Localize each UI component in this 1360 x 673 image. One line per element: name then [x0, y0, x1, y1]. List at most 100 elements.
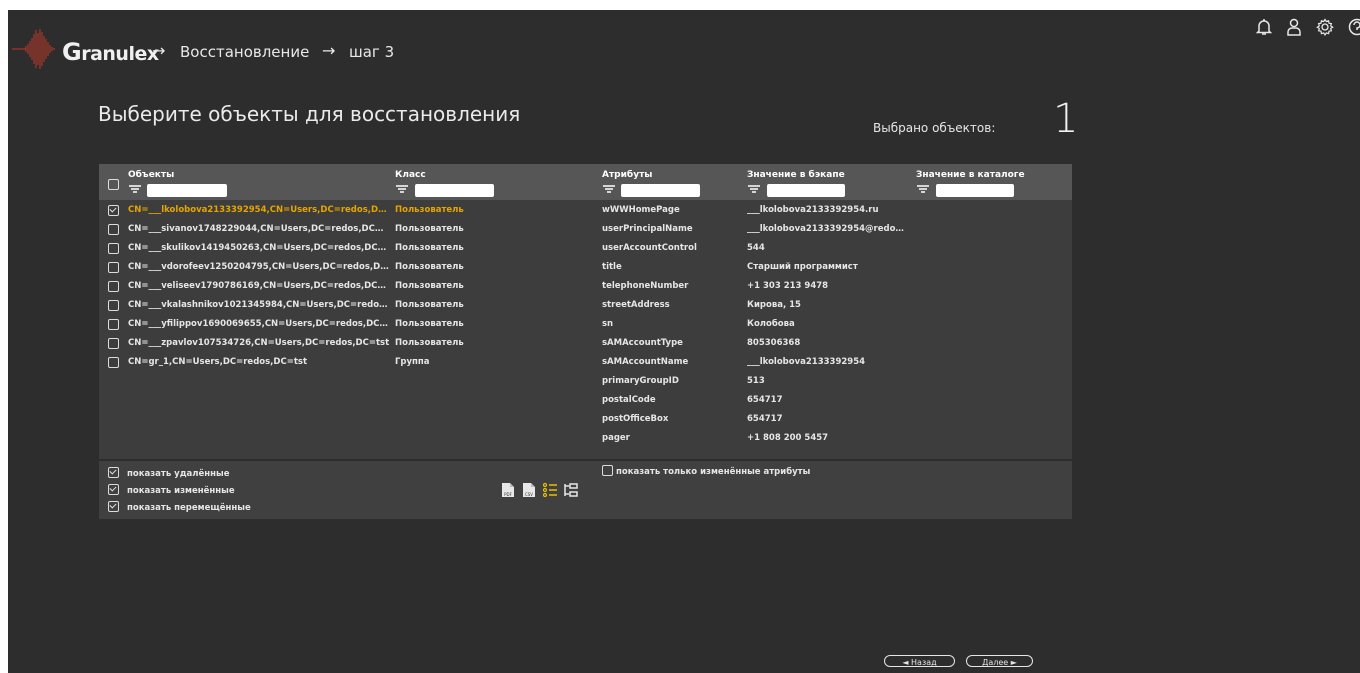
attribute-backup-value: ___lkolobova2133392954.ru	[747, 205, 879, 215]
attribute-backup-value: Старший программист	[747, 262, 858, 272]
option-show-deleted[interactable]: показать удалённые	[108, 467, 229, 479]
row-checkbox[interactable]	[108, 357, 119, 368]
column-class[interactable]: Класс	[395, 170, 426, 180]
object-name: CN=___vkalashnikov1021345984,CN=Users,DC…	[128, 300, 390, 310]
objects-table-header: Объекты Класс	[99, 164, 591, 200]
class-filter-input[interactable]	[415, 184, 494, 197]
option-show-moved[interactable]: показать перемещённые	[108, 501, 251, 513]
table-row[interactable]: CN=gr_1,CN=Users,DC=redos,DC=tst Группа	[99, 353, 591, 372]
top-toolbar	[1256, 18, 1360, 36]
back-button[interactable]: ◄ Назад	[884, 655, 955, 667]
row-checkbox[interactable]	[108, 205, 119, 216]
attribute-name: sAMAccountType	[602, 338, 683, 348]
table-row[interactable]: CN=___zpavlov107534726,CN=Users,DC=redos…	[99, 334, 591, 353]
option-checkbox[interactable]	[108, 484, 119, 495]
object-class: Пользователь	[395, 338, 464, 348]
attribute-backup-value: 654717	[747, 414, 783, 424]
filter-icon[interactable]	[747, 184, 761, 194]
attribute-row[interactable]: userPrincipalName ___lkolobova2133392954@…	[590, 220, 1072, 239]
row-checkbox[interactable]	[108, 224, 119, 235]
attribute-row[interactable]: pager +1 808 200 5457	[590, 429, 1072, 448]
attribute-name: sn	[602, 319, 614, 329]
attribute-name: streetAddress	[602, 300, 670, 310]
option-checkbox[interactable]	[108, 501, 119, 512]
objects-options: показать удалённые показать изменённые п…	[99, 459, 591, 519]
filter-icon[interactable]	[395, 184, 409, 194]
row-checkbox[interactable]	[108, 281, 119, 292]
attribute-name: wWWHomePage	[602, 205, 680, 215]
app-brand[interactable]: Granulex	[62, 38, 159, 66]
object-class: Группа	[395, 357, 430, 367]
brand-rest: ranulex	[81, 43, 159, 65]
attribute-name: userPrincipalName	[602, 224, 693, 234]
gear-icon[interactable]	[1316, 18, 1334, 36]
table-row[interactable]: CN=___yfilippov1690069655,CN=Users,DC=re…	[99, 315, 591, 334]
catalog-value-filter-input[interactable]	[936, 184, 1014, 197]
filter-icon[interactable]	[916, 184, 930, 194]
row-checkbox[interactable]	[108, 243, 119, 254]
breadcrumb-step: шаг 3	[349, 43, 395, 61]
list-view-icon[interactable]	[542, 482, 558, 498]
row-checkbox[interactable]	[108, 262, 119, 273]
attribute-row[interactable]: postOfficeBox 654717	[590, 410, 1072, 429]
logo-waveform-icon	[12, 29, 55, 69]
attributes-filter-input[interactable]	[621, 184, 700, 197]
breadcrumb-restore[interactable]: Восстановление	[180, 43, 309, 61]
backup-value-filter-input[interactable]	[767, 184, 845, 197]
attribute-row[interactable]: streetAddress Кирова, 15	[590, 296, 1072, 315]
attribute-row[interactable]: title Старший программист	[590, 258, 1072, 277]
csv-export-icon[interactable]: CSV	[521, 482, 537, 498]
user-icon[interactable]	[1286, 18, 1302, 36]
filter-icon[interactable]	[602, 184, 616, 194]
table-row[interactable]: CN=___lkolobova2133392954,CN=Users,DC=re…	[99, 201, 591, 220]
attribute-row[interactable]: userAccountControl 544	[590, 239, 1072, 258]
attribute-row[interactable]: sAMAccountName ___lkolobova2133392954	[590, 353, 1072, 372]
table-row[interactable]: CN=___skulikov1419450263,CN=Users,DC=red…	[99, 239, 591, 258]
attribute-name: primaryGroupID	[602, 376, 679, 386]
selected-count-value: 1	[1053, 96, 1079, 142]
attributes-options: показать только изменённые атрибуты	[590, 459, 1072, 519]
table-row[interactable]: CN=___veliseev1790786169,CN=Users,DC=red…	[99, 277, 591, 296]
attribute-row[interactable]: sn Колобова	[590, 315, 1072, 334]
attribute-backup-value: +1 808 200 5457	[747, 433, 829, 443]
attribute-row[interactable]: primaryGroupID 513	[590, 372, 1072, 391]
table-row[interactable]: CN=___vdorofeev1250204795,CN=Users,DC=re…	[99, 258, 591, 277]
filter-icon[interactable]	[128, 184, 142, 194]
help-icon[interactable]	[1348, 18, 1360, 36]
object-name: CN=gr_1,CN=Users,DC=redos,DC=tst	[128, 357, 308, 367]
attribute-row[interactable]: wWWHomePage ___lkolobova2133392954.ru	[590, 201, 1072, 220]
brand-initial: G	[62, 38, 82, 66]
column-catalog-value[interactable]: Значение в каталоге	[916, 170, 1025, 180]
attribute-name: title	[602, 262, 622, 272]
column-objects[interactable]: Объекты	[128, 170, 174, 180]
column-backup-value[interactable]: Значение в бэкапе	[747, 170, 845, 180]
pdf-export-icon[interactable]: PDF	[500, 482, 516, 498]
attribute-backup-value: 654717	[747, 395, 783, 405]
attribute-name: sAMAccountName	[602, 357, 689, 367]
table-row[interactable]: CN=___vkalashnikov1021345984,CN=Users,DC…	[99, 296, 591, 315]
option-checkbox[interactable]	[108, 467, 119, 478]
object-class: Пользователь	[395, 262, 464, 272]
row-checkbox[interactable]	[108, 338, 119, 349]
objects-panel: Объекты Класс CN=___lkolobova2133392954,…	[99, 164, 591, 519]
option-label: показать изменённые	[127, 486, 235, 496]
table-row[interactable]: CN=___sivanov1748229044,CN=Users,DC=redo…	[99, 220, 591, 239]
next-button[interactable]: Далее ►	[966, 655, 1033, 667]
attribute-row[interactable]: telephoneNumber +1 303 213 9478	[590, 277, 1072, 296]
bell-icon[interactable]	[1256, 18, 1272, 36]
option-checkbox[interactable]	[602, 465, 613, 476]
csv-label: CSV	[525, 492, 533, 497]
row-checkbox[interactable]	[108, 300, 119, 311]
attribute-name: postOfficeBox	[602, 414, 669, 424]
option-show-only-changed[interactable]: показать только изменённые атрибуты	[602, 465, 810, 477]
tree-view-icon[interactable]	[563, 482, 579, 498]
object-class: Пользователь	[395, 281, 464, 291]
attribute-row[interactable]: postalCode 654717	[590, 391, 1072, 410]
objects-filter-input[interactable]	[147, 184, 227, 197]
object-class: Пользователь	[395, 243, 464, 253]
column-attributes[interactable]: Атрибуты	[602, 170, 652, 180]
option-show-changed[interactable]: показать изменённые	[108, 484, 235, 496]
attribute-row[interactable]: sAMAccountType 805306368	[590, 334, 1072, 353]
select-all-checkbox[interactable]	[108, 179, 119, 190]
row-checkbox[interactable]	[108, 319, 119, 330]
